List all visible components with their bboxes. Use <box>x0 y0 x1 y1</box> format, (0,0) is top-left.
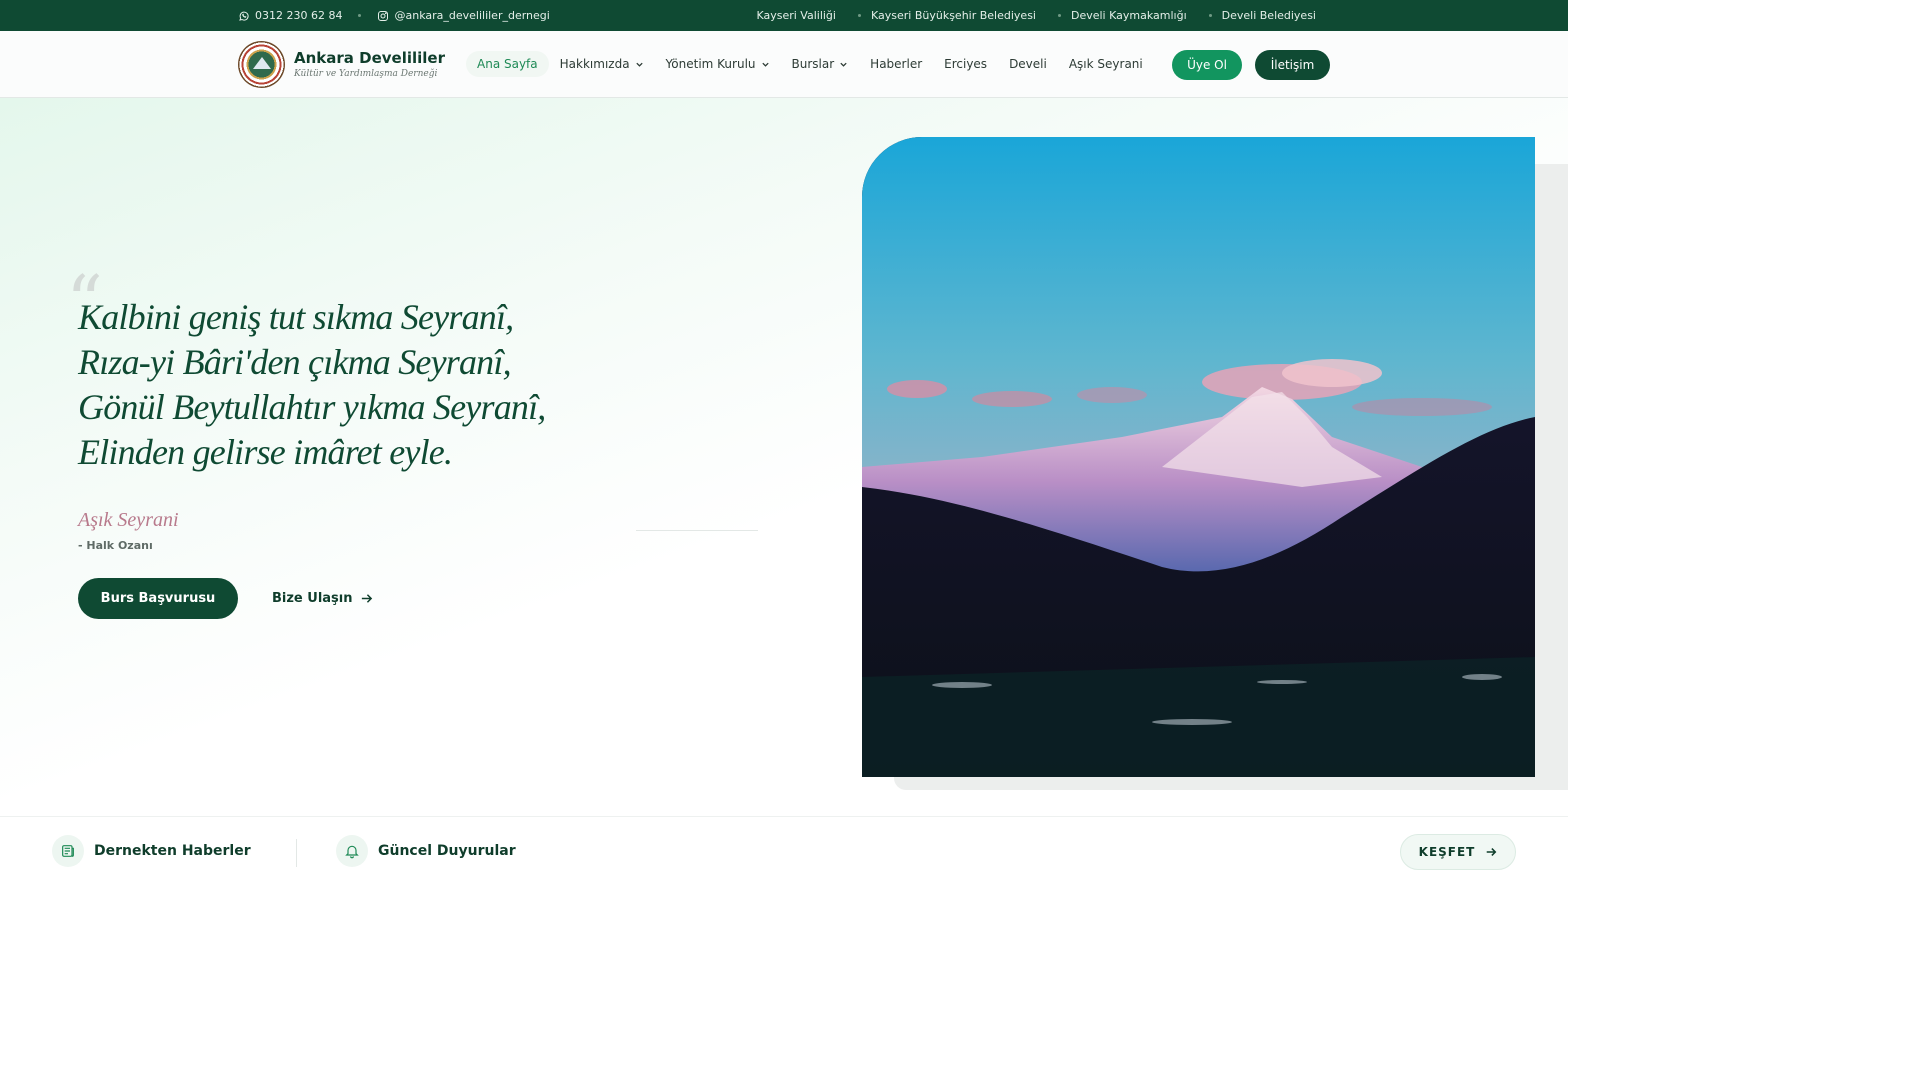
separator-dot <box>1208 14 1212 17</box>
nav-label: Develi <box>1009 57 1047 71</box>
strip-divider <box>296 839 297 867</box>
separator-dot <box>358 14 362 17</box>
quote-author-title: - Halk Ozanı <box>78 539 153 552</box>
contact-button[interactable]: İletişim <box>1255 50 1330 80</box>
announcement-icon-wrap <box>336 835 368 867</box>
nav-label: Yönetim Kurulu <box>665 57 756 71</box>
external-link-label: Kayseri Büyükşehir Belediyesi <box>870 9 1036 22</box>
external-link-kaymakamlik[interactable]: Develi Kaymakamlığı <box>1036 9 1187 22</box>
brand-tagline: Kültür ve Yardımlaşma Derneği <box>294 68 438 79</box>
join-button[interactable]: Üye Ol <box>1172 50 1242 80</box>
newspaper-icon <box>62 845 74 857</box>
nav-item-erciyes[interactable]: Erciyes <box>933 51 998 77</box>
instagram-handle: @ankara_develililer_dernegi <box>394 9 550 22</box>
poem-line: Kalbini geniş tut sıkma Seyranî, <box>78 297 514 337</box>
separator-dot <box>1057 14 1061 17</box>
phone-link[interactable]: 0312 230 62 84 <box>238 9 342 22</box>
phone-number: 0312 230 62 84 <box>255 9 343 22</box>
instagram-link[interactable]: @ankara_develililer_dernegi <box>377 9 550 22</box>
external-links: Kayseri Valiliği Kayseri Büyükşehir Bele… <box>756 0 1316 31</box>
chevron-down-icon <box>761 62 769 67</box>
quote-author: Aşık Seyrani <box>78 509 179 531</box>
mountain-photo <box>862 137 1535 777</box>
external-link-valilik[interactable]: Kayseri Valiliği <box>756 9 836 22</box>
nav-item-about[interactable]: Hakkımızda <box>549 51 655 77</box>
features-strip: Dernekten Haberler Güncel Duyurular KEŞF… <box>0 816 1568 882</box>
nav-item-home[interactable]: Ana Sayfa <box>466 51 549 77</box>
nav-label: Hakkımızda <box>559 57 630 71</box>
nav-label: Haberler <box>870 57 923 71</box>
whatsapp-icon <box>239 11 249 21</box>
external-link-label: Kayseri Valiliği <box>756 9 836 22</box>
separator-dot <box>857 14 861 17</box>
nav-label: Ana Sayfa <box>477 57 538 71</box>
instagram-icon <box>378 10 389 21</box>
contact-info: 0312 230 62 84 @ankara_develililer_derne… <box>238 0 550 31</box>
poem-quote: Kalbini geniş tut sıkma Seyranî, Rıza-yi… <box>78 295 546 475</box>
mountain-emblem <box>252 56 271 69</box>
chevron-down-icon <box>635 62 643 67</box>
nav-item-asik-seyrani[interactable]: Aşık Seyrani <box>1058 51 1154 77</box>
poem-line: Elinden gelirse imâret eyle. <box>78 432 453 472</box>
explore-button[interactable]: KEŞFET <box>1400 834 1516 870</box>
announcements-feature[interactable]: Güncel Duyurular <box>336 835 516 867</box>
nav-item-develi[interactable]: Develi <box>998 51 1058 77</box>
association-logo <box>238 41 285 88</box>
external-link-buyuksehir[interactable]: Kayseri Büyükşehir Belediyesi <box>836 9 1036 22</box>
top-bar: 0312 230 62 84 @ankara_develililer_derne… <box>0 0 1568 31</box>
contact-us-label: Bize Ulaşın <box>272 590 353 606</box>
scholarship-apply-button[interactable]: Burs Başvurusu <box>78 578 238 619</box>
bell-icon <box>345 845 359 859</box>
news-icon-wrap <box>52 835 84 867</box>
explore-label: KEŞFET <box>1418 845 1476 859</box>
brand-text: Ankara Develililer Kültür ve Yardımlaşma… <box>294 49 445 81</box>
news-feature[interactable]: Dernekten Haberler <box>52 835 251 867</box>
news-feature-label: Dernekten Haberler <box>94 843 251 859</box>
main-nav: Ana Sayfa Hakkımızda Yönetim Kurulu Burs… <box>466 51 1154 77</box>
arrow-right-icon <box>1487 848 1497 856</box>
decorative-divider <box>636 530 758 531</box>
arrow-right-icon <box>361 593 372 603</box>
contact-us-link[interactable]: Bize Ulaşın <box>272 588 373 608</box>
nav-label: Erciyes <box>944 57 988 71</box>
nav-label: Burslar <box>791 57 835 71</box>
external-link-belediye[interactable]: Develi Belediyesi <box>1187 9 1316 22</box>
poem-line: Rıza-yi Bâri'den çıkma Seyranî, <box>78 342 512 382</box>
announcements-feature-label: Güncel Duyurular <box>378 843 516 859</box>
nav-item-news[interactable]: Haberler <box>859 51 933 77</box>
nav-item-board[interactable]: Yönetim Kurulu <box>655 51 781 77</box>
brand-logo-link[interactable]: Ankara Develililer Kültür ve Yardımlaşma… <box>238 41 445 88</box>
external-link-label: Develi Belediyesi <box>1221 9 1316 22</box>
nav-item-scholarships[interactable]: Burslar <box>781 51 860 77</box>
external-link-label: Develi Kaymakamlığı <box>1070 9 1187 22</box>
nav-label: Aşık Seyrani <box>1068 57 1143 71</box>
poem-line: Gönül Beytullahtır yıkma Seyranî, <box>78 387 546 427</box>
main-header: Ankara Develililer Kültür ve Yardımlaşma… <box>0 31 1568 98</box>
hero-section: “ Kalbini geniş tut sıkma Seyranî, Rıza-… <box>0 98 1568 816</box>
chevron-down-icon <box>840 62 847 67</box>
mountain-illustration <box>862 137 1535 777</box>
brand-name: Ankara Develililer <box>294 48 445 67</box>
